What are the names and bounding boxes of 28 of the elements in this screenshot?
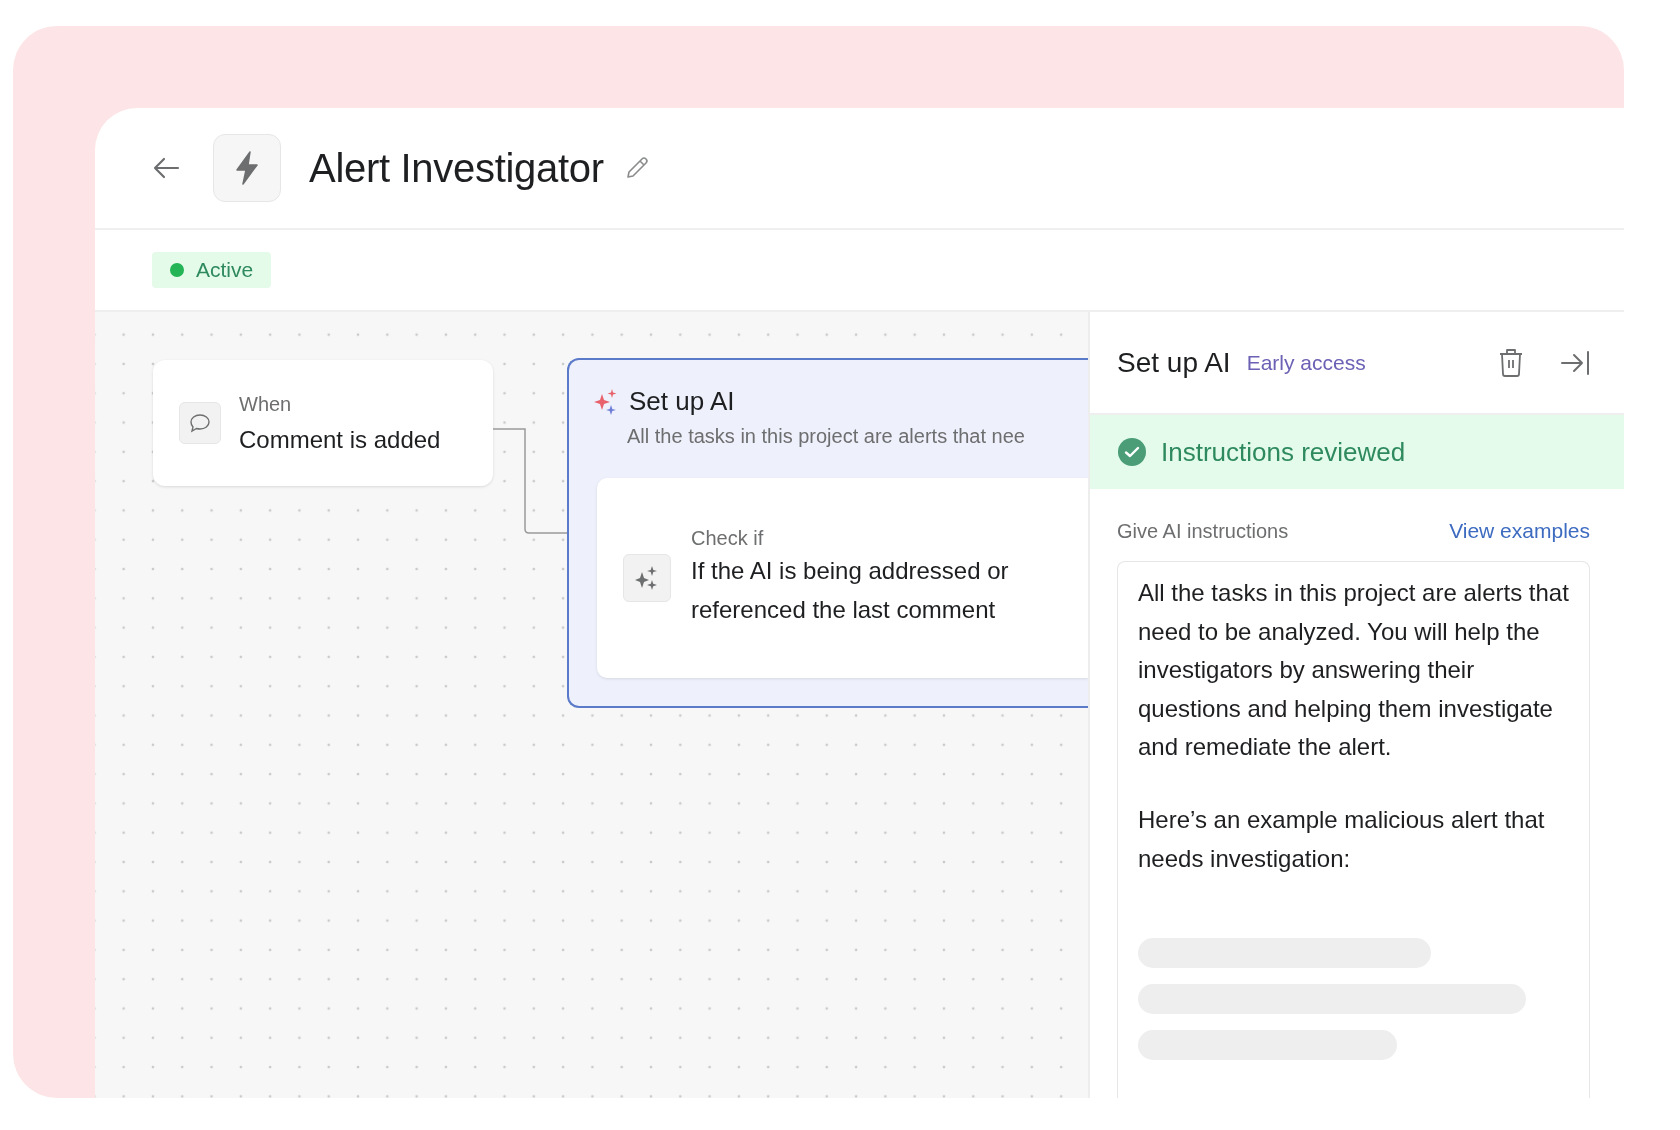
check-circle-icon (1117, 437, 1147, 467)
lightning-bolt-icon (234, 151, 260, 185)
ai-step-description: All the tasks in this project are alerts that nee (627, 425, 1026, 448)
back-arrow-icon[interactable] (151, 156, 181, 180)
early-access-label: Early access (1246, 350, 1367, 375)
arrow-to-bar-icon (1560, 349, 1590, 376)
collapse-panel-button[interactable] (1560, 349, 1590, 376)
status-dot (170, 263, 184, 277)
instructions-text: Here’s an example malicious alert that needs investigation: (1138, 804, 1546, 874)
trigger-node[interactable]: When Comment is added (153, 360, 493, 486)
condition-label: Check if (691, 527, 765, 550)
instructions-field[interactable] (1117, 561, 1590, 1098)
status-label: Active (196, 258, 254, 282)
trash-icon (1498, 347, 1524, 378)
field-label: Give AI instructions (1117, 519, 1289, 543)
delete-button[interactable] (1498, 347, 1524, 378)
condition-text: If the AI is being addressed or referenced the last comment (691, 556, 1010, 625)
trigger-value: Comment is added (239, 425, 441, 454)
trigger-label: When (239, 392, 293, 416)
workflow-title: Alert Investigator (309, 145, 604, 191)
ai-step-title: Set up AI (629, 386, 735, 417)
panel-title: Set up AI (1117, 346, 1231, 379)
speech-bubble-icon (189, 413, 211, 433)
banner-text: Instructions reviewed (1161, 436, 1406, 468)
view-examples-link[interactable]: View examples (1449, 519, 1590, 543)
ai-step-node[interactable]: Set up AI All the tasks in this project are alerts that nee Check if If the AI is being addressed or referenced the last comment (567, 358, 1088, 708)
instructions-text: All the tasks in this project are alerts that need to be analyzed. You will help the investigators by answering their questions and helping them investigate and remediate the alert. (1138, 578, 1569, 763)
condition-card[interactable]: Check if If the AI is being addressed or referenced the last comment (597, 478, 1088, 678)
